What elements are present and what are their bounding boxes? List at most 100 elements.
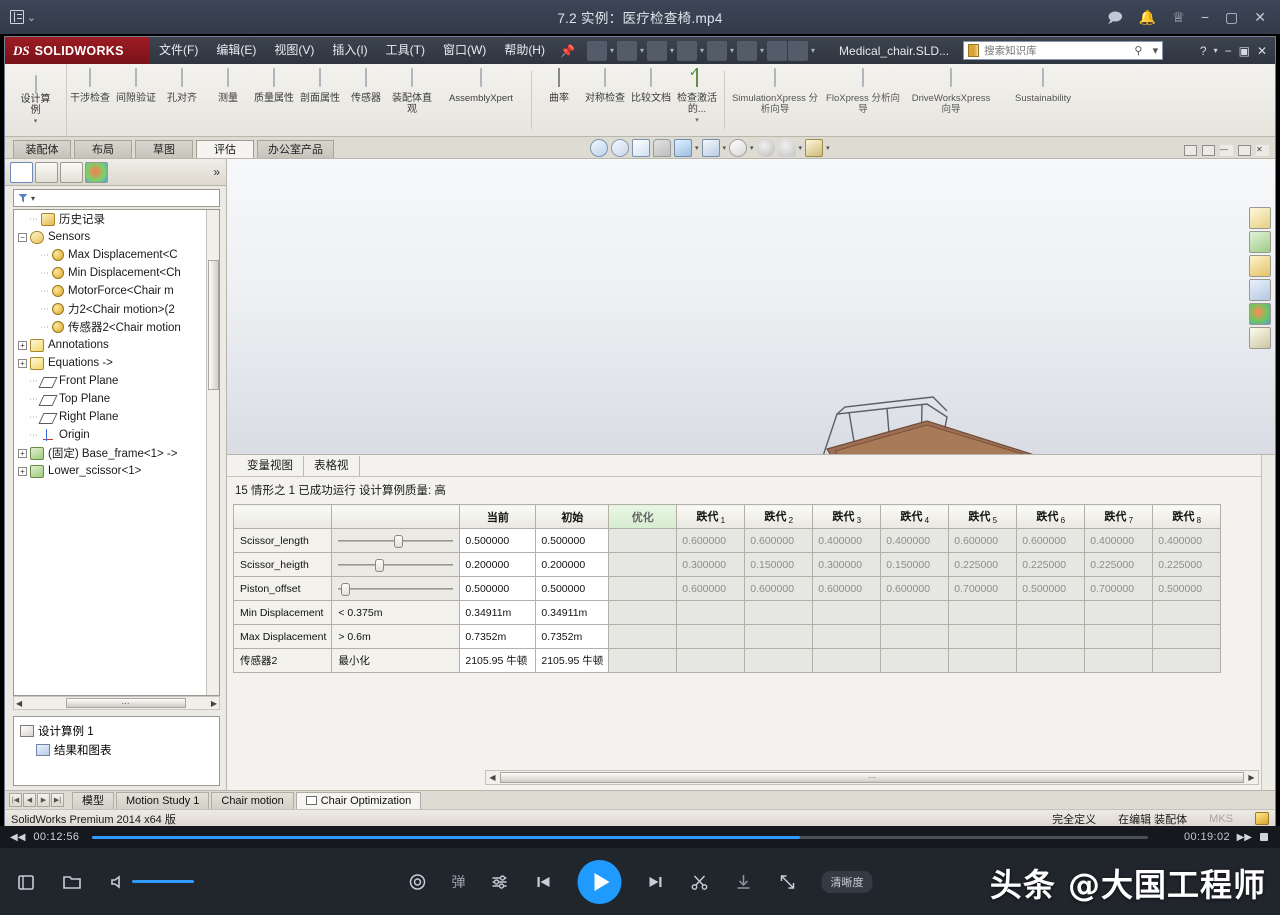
expand-icon[interactable]: + <box>18 340 27 350</box>
menu-item-help[interactable]: 帮助(H) <box>495 37 554 64</box>
table-scroll-right-icon[interactable]: ▶ <box>1245 773 1258 782</box>
zoom-to-fit-icon[interactable] <box>590 139 608 157</box>
table-header-initial[interactable]: 初始 <box>535 504 610 529</box>
gfx-minimize-icon[interactable]: — <box>1220 145 1233 156</box>
tree-node[interactable]: + Equations -> <box>14 354 219 372</box>
tree-vertical-scrollbar[interactable] <box>206 210 219 695</box>
menu-item-edit[interactable]: 编辑(E) <box>207 37 265 64</box>
menu-item-tools[interactable]: 工具(T) <box>377 37 434 64</box>
table-row[interactable]: 传感器2 最小化 2105.95 牛顿 2105.95 牛顿 <box>232 648 1222 673</box>
search-caret-icon[interactable]: ▾ <box>1153 44 1159 57</box>
tree-node[interactable]: ⋯ Min Displacement<Ch <box>14 264 219 282</box>
design-study-caret-icon[interactable]: ▾ <box>34 117 38 125</box>
save-caret-icon[interactable]: ▾ <box>668 46 676 55</box>
variable-slider[interactable] <box>338 534 454 548</box>
table-header-iteration-7[interactable]: 跌代 7 <box>1084 504 1154 529</box>
tree-node[interactable]: ⋯ Front Plane <box>14 372 219 390</box>
sw-restore-icon[interactable]: ▣ <box>1239 44 1250 58</box>
ribbon-item-section-properties[interactable]: 剖面属性 <box>297 68 343 104</box>
close-icon[interactable]: ✕ <box>1254 10 1266 24</box>
feature-manager-tab[interactable] <box>10 161 33 183</box>
ribbon-item-hole-align[interactable]: 孔对齐 <box>159 68 205 104</box>
table-row[interactable]: Min Displacement < 0.375m 0.34911m 0.34911m <box>232 600 1222 625</box>
help-caret-icon[interactable]: ▾ <box>1214 46 1218 55</box>
table-header-iteration-5[interactable]: 跌代 5 <box>948 504 1018 529</box>
doc-tab-motion-study-1[interactable]: Motion Study 1 <box>116 791 210 809</box>
appearances-icon[interactable] <box>1249 231 1271 253</box>
design-study-table[interactable]: 当前 初始 优化 跌代 1 跌代 2 跌代 3 跌代 4 跌代 5 跌代 6 跌代 7 跌代 8 S… <box>232 504 1222 673</box>
tree-node[interactable]: + Annotations <box>14 336 219 354</box>
pin-icon[interactable]: 📌 <box>554 44 581 58</box>
table-header-optimized[interactable]: 优化 <box>608 504 678 529</box>
display-states-icon[interactable] <box>1249 303 1271 325</box>
home-icon[interactable] <box>1249 207 1271 229</box>
open-doc-icon[interactable] <box>616 40 637 61</box>
table-header-variable[interactable] <box>232 504 333 529</box>
download-icon[interactable] <box>734 872 754 892</box>
danmu-button[interactable]: 弹 <box>452 872 466 892</box>
minimize-icon[interactable]: − <box>1201 10 1209 24</box>
ribbon-item-check-active[interactable]: 检查激活的...▾ <box>674 68 720 124</box>
display-style-caret-icon[interactable]: ▾ <box>723 144 727 152</box>
tab-table-view[interactable]: 表格视 <box>304 456 360 476</box>
table-header-iteration-1[interactable]: 跌代 1 <box>676 504 746 529</box>
tree-node[interactable]: ⋯ Top Plane <box>14 390 219 408</box>
variable-slider[interactable] <box>338 558 454 572</box>
expand-icon[interactable]: + <box>18 448 27 458</box>
hide-show-icon[interactable] <box>653 139 671 157</box>
search-input[interactable] <box>984 44 1125 57</box>
table-header-iteration-3[interactable]: 跌代 3 <box>812 504 882 529</box>
view-settings-caret-icon[interactable]: ▾ <box>799 144 803 152</box>
doc-tab-chair-optimization[interactable]: Chair Optimization <box>295 791 422 809</box>
first-tab-icon[interactable]: |◀ <box>9 793 22 807</box>
design-study-button[interactable]: 设计算 例 ▾ <box>5 64 67 136</box>
graphics-area[interactable]: 机械工业出版社 CHINA MACHINE PRESS Y <box>227 159 1275 455</box>
new-doc-caret-icon[interactable]: ▾ <box>608 46 616 55</box>
custom-properties-icon[interactable] <box>1249 279 1271 301</box>
tree-horizontal-scrollbar[interactable]: ◀ ⋯ ▶ <box>13 696 220 710</box>
ribbon-item-measure[interactable]: 测量 <box>205 68 251 104</box>
menu-item-insert[interactable]: 插入(I) <box>323 37 376 64</box>
table-horizontal-scrollbar[interactable]: ◀ ⋯ ▶ <box>485 770 1259 785</box>
ribbon-item-simulationxpress[interactable]: SimulationXpress 分析向导 <box>729 68 821 115</box>
maximize-icon[interactable]: ▢ <box>1225 10 1238 24</box>
screenshot-icon[interactable] <box>16 872 36 892</box>
decals-caret-icon[interactable]: ▾ <box>826 144 830 152</box>
tab-office-products[interactable]: 办公室产品 <box>257 140 334 158</box>
tree-node[interactable]: ⋯ 传感器2<Chair motion <box>14 318 219 336</box>
ribbon-item-compare-doc[interactable]: 比较文档 <box>628 68 674 104</box>
prev-tab-icon[interactable]: ◀ <box>23 793 36 807</box>
table-header-iteration-2[interactable]: 跌代 2 <box>744 504 814 529</box>
table-cell-slider[interactable] <box>331 576 461 601</box>
tab-assembly[interactable]: 装配体 <box>13 140 71 158</box>
ribbon-item-curvature[interactable]: 曲率 <box>536 68 582 104</box>
variable-slider[interactable] <box>338 582 454 596</box>
view-orientation-caret-icon[interactable]: ▾ <box>695 144 699 152</box>
help-icon[interactable]: ? <box>1200 44 1207 58</box>
knowledge-search[interactable]: ⚲ ▾ <box>963 41 1164 60</box>
ribbon-item-driveworksxpress[interactable]: DriveWorksXpress 向导 <box>905 68 997 115</box>
options-caret-icon[interactable]: ▾ <box>809 46 817 55</box>
tree-node[interactable]: ⋯ MotorForce<Chair m <box>14 282 219 300</box>
rebuild-icon[interactable] <box>767 40 788 61</box>
menu-item-view[interactable]: 视图(V) <box>265 37 323 64</box>
tree-filter-bar[interactable]: ▾ <box>13 189 220 207</box>
ribbon-item-clearance[interactable]: 间隙验证 <box>113 68 159 104</box>
table-hscroll-thumb[interactable]: ⋯ <box>500 772 1244 783</box>
previous-track-icon[interactable] <box>534 872 554 892</box>
ribbon-item-interference[interactable]: 干涉检查 <box>67 68 113 104</box>
tree-node[interactable]: ⋯ 力2<Chair motion>(2 <box>14 300 219 318</box>
quality-button[interactable]: 清晰度 <box>821 870 873 893</box>
doc-tab-model[interactable]: 模型 <box>72 791 114 809</box>
search-icon[interactable]: ⚲ <box>1134 44 1142 57</box>
edit-appearance-caret-icon[interactable]: ▾ <box>750 144 754 152</box>
tree-node[interactable]: ⋯ Origin <box>14 426 219 444</box>
next-track-icon[interactable] <box>646 872 666 892</box>
table-vertical-scrollbar[interactable] <box>1261 455 1275 790</box>
design-study-results[interactable]: 结果和图表 <box>14 740 219 759</box>
options-icon[interactable] <box>788 40 809 61</box>
expand-icon[interactable]: + <box>18 466 27 476</box>
tree-node[interactable]: ⋯ 历史记录 <box>14 210 219 228</box>
decals-icon[interactable] <box>1249 327 1271 349</box>
table-header-iteration-8[interactable]: 跌代 8 <box>1152 504 1222 529</box>
